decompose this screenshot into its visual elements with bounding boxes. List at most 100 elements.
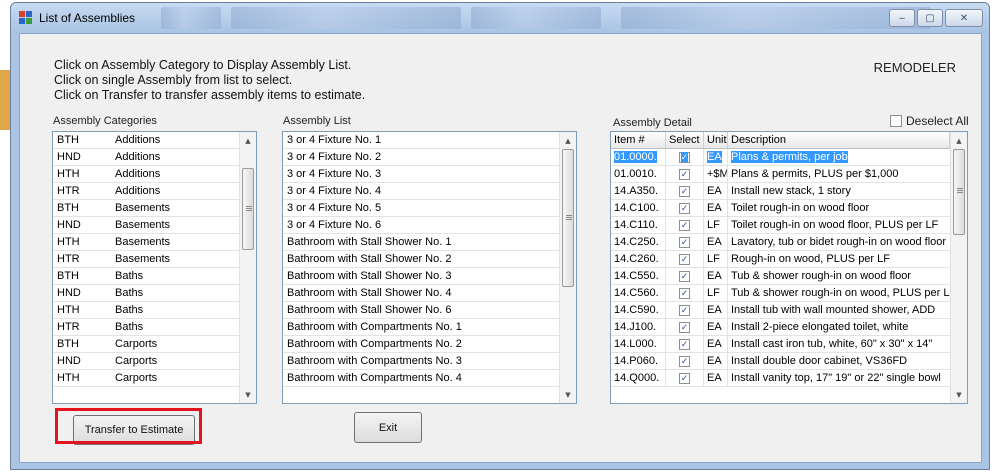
assembly-row[interactable]: Bathroom with Compartments No. 2 bbox=[283, 336, 576, 353]
minimize-button[interactable]: ‒ bbox=[889, 9, 915, 27]
categories-list[interactable]: BTH Additions HND Additions HTH Additions HTR A… bbox=[52, 131, 257, 404]
select-checkbox[interactable]: ✓ bbox=[679, 168, 690, 180]
category-row[interactable]: HTH Carports bbox=[53, 370, 256, 387]
detail-row[interactable]: 14.J100. ✓ EA Install 2-piece elongated toi… bbox=[611, 319, 950, 336]
detail-row[interactable]: 14.L000. ✓ EA Install cast iron tub, white,… bbox=[611, 336, 950, 353]
maximize-button[interactable]: ▢ bbox=[917, 9, 943, 27]
assembly-row[interactable]: 3 or 4 Fixture No. 4 bbox=[283, 183, 576, 200]
assembly-name: Bathroom with Compartments No. 2 bbox=[287, 338, 462, 350]
detail-row[interactable]: 14.P060. ✓ EA Install double door cabinet, … bbox=[611, 353, 950, 370]
title-bar[interactable]: List of Assemblies ‒ ▢ ✕ bbox=[11, 3, 989, 33]
category-code: HTH bbox=[57, 168, 80, 180]
category-row[interactable]: HND Additions bbox=[53, 149, 256, 166]
assembly-row[interactable]: 3 or 4 Fixture No. 3 bbox=[283, 166, 576, 183]
category-code: HTH bbox=[57, 304, 80, 316]
select-checkbox[interactable]: ✓ bbox=[679, 219, 690, 231]
column-header-select[interactable]: Select bbox=[666, 132, 704, 148]
item-number: 14.A350. bbox=[614, 185, 659, 197]
column-header-unit[interactable]: Unit bbox=[704, 132, 728, 148]
assembly-row[interactable]: Bathroom with Stall Shower No. 3 bbox=[283, 268, 576, 285]
scroll-thumb[interactable] bbox=[242, 168, 254, 250]
dialog-body: Click on Assembly Category to Display As… bbox=[19, 33, 982, 463]
select-checkbox[interactable]: ✓ bbox=[679, 304, 690, 316]
close-button[interactable]: ✕ bbox=[945, 9, 983, 27]
detail-row[interactable]: 14.C560. ✓ LF Tub & shower rough-in on wood… bbox=[611, 285, 950, 302]
check-icon: ✓ bbox=[680, 151, 689, 162]
category-row[interactable]: HTH Additions bbox=[53, 166, 256, 183]
assembly-row[interactable]: Bathroom with Stall Shower No. 6 bbox=[283, 302, 576, 319]
assembly-list[interactable]: 3 or 4 Fixture No. 1 3 or 4 Fixture No. 2… bbox=[282, 131, 577, 404]
category-row[interactable]: HTH Basements bbox=[53, 234, 256, 251]
category-row[interactable]: HTR Basements bbox=[53, 251, 256, 268]
categories-label: Assembly Categories bbox=[53, 115, 157, 127]
assembly-row[interactable]: 3 or 4 Fixture No. 6 bbox=[283, 217, 576, 234]
assembly-row[interactable]: Bathroom with Stall Shower No. 1 bbox=[283, 234, 576, 251]
select-checkbox[interactable]: ✓ bbox=[679, 338, 690, 350]
assembly-row[interactable]: Bathroom with Compartments No. 1 bbox=[283, 319, 576, 336]
assembly-row[interactable]: Bathroom with Stall Shower No. 4 bbox=[283, 285, 576, 302]
assembly-row[interactable]: Bathroom with Compartments No. 3 bbox=[283, 353, 576, 370]
detail-row[interactable]: 01.0010. ✓ +$M Plans & permits, PLUS per $1… bbox=[611, 166, 950, 183]
detail-scrollbar[interactable]: ▲ ▼ bbox=[950, 132, 967, 403]
scroll-down-icon[interactable]: ▼ bbox=[951, 386, 967, 403]
detail-row[interactable]: 14.A350. ✓ EA Install new stack, 1 story bbox=[611, 183, 950, 200]
select-checkbox[interactable]: ✓ bbox=[679, 287, 690, 299]
assembly-row[interactable]: 3 or 4 Fixture No. 2 bbox=[283, 149, 576, 166]
detail-row[interactable]: 14.C590. ✓ EA Install tub with wall mounted… bbox=[611, 302, 950, 319]
detail-row[interactable]: 01.0000. ✓ EA Plans & permits, per job bbox=[611, 149, 950, 166]
category-row[interactable]: BTH Additions bbox=[53, 132, 256, 149]
select-checkbox[interactable]: ✓ bbox=[679, 151, 690, 163]
scroll-thumb[interactable] bbox=[562, 149, 574, 287]
description: Rough-in on wood, PLUS per LF bbox=[731, 253, 890, 265]
assembly-row[interactable]: Bathroom with Compartments No. 4 bbox=[283, 370, 576, 387]
categories-scrollbar[interactable]: ▲ ▼ bbox=[239, 132, 256, 403]
description: Plans & permits, per job bbox=[731, 151, 848, 163]
category-row[interactable]: HTR Baths bbox=[53, 319, 256, 336]
scroll-up-icon[interactable]: ▲ bbox=[951, 132, 967, 149]
category-code: BTH bbox=[57, 338, 79, 350]
select-checkbox[interactable]: ✓ bbox=[679, 202, 690, 214]
checkbox-icon[interactable] bbox=[890, 115, 902, 127]
select-checkbox[interactable]: ✓ bbox=[679, 355, 690, 367]
column-header-description[interactable]: Description bbox=[728, 132, 950, 148]
exit-button[interactable]: Exit bbox=[354, 412, 422, 443]
detail-row[interactable]: 14.C100. ✓ EA Toilet rough-in on wood floor bbox=[611, 200, 950, 217]
unit: EA bbox=[707, 151, 722, 163]
category-row[interactable]: HND Baths bbox=[53, 285, 256, 302]
background-toolbar-ghost bbox=[471, 7, 601, 29]
detail-row[interactable]: 14.C260. ✓ LF Rough-in on wood, PLUS per LF bbox=[611, 251, 950, 268]
column-header-item[interactable]: Item # bbox=[611, 132, 666, 148]
deselect-all-checkbox[interactable]: Deselect All bbox=[890, 114, 969, 128]
scroll-up-icon[interactable]: ▲ bbox=[240, 132, 256, 149]
select-checkbox[interactable]: ✓ bbox=[679, 321, 690, 333]
detail-row[interactable]: 14.Q000. ✓ EA Install vanity top, 17" 19" o… bbox=[611, 370, 950, 387]
scroll-thumb[interactable] bbox=[953, 149, 965, 235]
category-row[interactable]: BTH Basements bbox=[53, 200, 256, 217]
select-checkbox[interactable]: ✓ bbox=[679, 270, 690, 282]
category-row[interactable]: HND Basements bbox=[53, 217, 256, 234]
category-row[interactable]: BTH Baths bbox=[53, 268, 256, 285]
select-checkbox[interactable]: ✓ bbox=[679, 253, 690, 265]
category-row[interactable]: HTR Additions bbox=[53, 183, 256, 200]
select-checkbox[interactable]: ✓ bbox=[679, 372, 690, 384]
scroll-down-icon[interactable]: ▼ bbox=[240, 386, 256, 403]
scroll-down-icon[interactable]: ▼ bbox=[560, 386, 576, 403]
assembly-detail-grid[interactable]: Item # Select Unit Description 01.0000. ✓… bbox=[610, 131, 968, 404]
scroll-up-icon[interactable]: ▲ bbox=[560, 132, 576, 149]
assembly-row[interactable]: 3 or 4 Fixture No. 1 bbox=[283, 132, 576, 149]
select-checkbox[interactable]: ✓ bbox=[679, 185, 690, 197]
category-row[interactable]: BTH Carports bbox=[53, 336, 256, 353]
category-row[interactable]: HND Carports bbox=[53, 353, 256, 370]
category-name: Additions bbox=[115, 168, 161, 180]
detail-row[interactable]: 14.C250. ✓ EA Lavatory, tub or bidet rough-… bbox=[611, 234, 950, 251]
item-number: 14.J100. bbox=[614, 321, 657, 333]
category-row[interactable]: HTH Baths bbox=[53, 302, 256, 319]
detail-row[interactable]: 14.C550. ✓ EA Tub & shower rough-in on wood… bbox=[611, 268, 950, 285]
detail-row[interactable]: 14.C110. ✓ LF Toilet rough-in on wood floor… bbox=[611, 217, 950, 234]
window-title: List of Assemblies bbox=[39, 11, 136, 25]
select-checkbox[interactable]: ✓ bbox=[679, 236, 690, 248]
assembly-row[interactable]: Bathroom with Stall Shower No. 2 bbox=[283, 251, 576, 268]
assembly-row[interactable]: 3 or 4 Fixture No. 5 bbox=[283, 200, 576, 217]
assembly-scrollbar[interactable]: ▲ ▼ bbox=[559, 132, 576, 403]
assembly-name: 3 or 4 Fixture No. 4 bbox=[287, 185, 382, 197]
